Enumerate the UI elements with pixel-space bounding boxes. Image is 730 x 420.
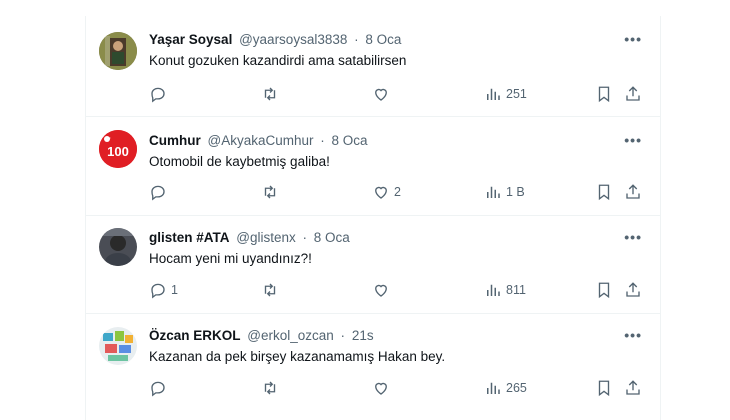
like-count: 2 bbox=[394, 185, 401, 199]
more-options-icon[interactable]: ••• bbox=[624, 327, 642, 343]
tweet-feed: Yaşar Soysal @yaarsoysal3838 · 8 Oca •••… bbox=[85, 16, 661, 420]
views-button[interactable]: 811 bbox=[484, 279, 526, 301]
views-button[interactable]: 265 bbox=[484, 377, 527, 399]
like-button[interactable] bbox=[372, 83, 394, 105]
display-name[interactable]: Yaşar Soysal bbox=[149, 32, 232, 47]
more-options-icon[interactable]: ••• bbox=[624, 229, 642, 245]
tweet-text: Hocam yeni mi uyandınız?! bbox=[149, 251, 312, 266]
separator: · bbox=[354, 32, 359, 47]
reply-icon bbox=[151, 283, 165, 299]
views-count: 1 B bbox=[506, 185, 525, 199]
share-icon bbox=[626, 380, 640, 395]
separator: · bbox=[340, 328, 346, 343]
display-name[interactable]: Cumhur bbox=[149, 133, 201, 148]
bookmark-button[interactable] bbox=[595, 181, 613, 203]
share-button[interactable] bbox=[624, 279, 642, 301]
reply-button[interactable] bbox=[149, 377, 171, 399]
views-count: 251 bbox=[506, 87, 527, 101]
timestamp[interactable]: 8 Oca bbox=[332, 133, 368, 148]
display-name[interactable]: glisten #ATA bbox=[149, 230, 230, 245]
avatar[interactable] bbox=[99, 327, 137, 365]
share-button[interactable] bbox=[624, 377, 642, 399]
like-button[interactable] bbox=[372, 377, 394, 399]
reply-icon bbox=[151, 381, 165, 397]
timestamp[interactable]: 8 Oca bbox=[365, 32, 401, 47]
repost-icon bbox=[264, 185, 276, 199]
views-icon bbox=[487, 382, 500, 394]
reply-button[interactable]: 1 bbox=[149, 279, 178, 301]
like-icon bbox=[375, 186, 387, 199]
user-handle[interactable]: @glistenx bbox=[236, 230, 295, 245]
display-name[interactable]: Özcan ERKOL bbox=[149, 328, 241, 343]
tweet[interactable]: glisten #ATA @glistenx · 8 Oca ••• Hocam… bbox=[86, 216, 660, 314]
tweet-actions: 265 bbox=[143, 377, 643, 399]
share-icon bbox=[626, 86, 640, 101]
repost-button[interactable] bbox=[261, 181, 283, 203]
tweet-header: Cumhur @AkyakaCumhur · 8 Oca bbox=[149, 133, 368, 148]
avatar-label: 100 bbox=[107, 144, 129, 159]
tweet[interactable]: Özcan ERKOL @erkol_ozcan · 21s ••• Kazan… bbox=[86, 314, 660, 420]
repost-icon bbox=[264, 87, 276, 101]
views-button[interactable]: 1 B bbox=[484, 181, 525, 203]
more-options-icon[interactable]: ••• bbox=[624, 132, 642, 148]
tweet-text: Kazanan da pek birşey kazanamamış Hakan … bbox=[149, 349, 446, 364]
tweet[interactable]: Yaşar Soysal @yaarsoysal3838 · 8 Oca •••… bbox=[86, 16, 660, 117]
tweet[interactable]: 100 Cumhur @AkyakaCumhur · 8 Oca ••• Oto… bbox=[86, 117, 660, 216]
repost-button[interactable] bbox=[261, 279, 283, 301]
reply-button[interactable] bbox=[149, 181, 171, 203]
repost-icon bbox=[264, 283, 276, 297]
bookmark-button[interactable] bbox=[595, 279, 613, 301]
more-options-icon[interactable]: ••• bbox=[624, 31, 642, 47]
bookmark-button[interactable] bbox=[595, 377, 613, 399]
views-icon bbox=[487, 88, 500, 100]
like-button[interactable] bbox=[372, 279, 394, 301]
views-count: 811 bbox=[506, 283, 526, 297]
repost-button[interactable] bbox=[261, 377, 283, 399]
views-button[interactable]: 251 bbox=[484, 83, 527, 105]
like-icon bbox=[375, 284, 387, 297]
share-button[interactable] bbox=[624, 83, 642, 105]
share-icon bbox=[626, 282, 640, 297]
bookmark-button[interactable] bbox=[595, 83, 613, 105]
timestamp[interactable]: 21s bbox=[352, 328, 374, 343]
bookmark-icon bbox=[598, 282, 610, 299]
avatar[interactable] bbox=[99, 228, 137, 266]
reply-icon bbox=[151, 185, 165, 201]
repost-button[interactable] bbox=[261, 83, 283, 105]
user-handle[interactable]: @erkol_ozcan bbox=[247, 328, 334, 343]
tweet-text: Konut gozuken kazandirdi ama satabilirse… bbox=[149, 53, 407, 68]
repost-icon bbox=[264, 381, 276, 395]
tweet-header: Yaşar Soysal @yaarsoysal3838 · 8 Oca bbox=[149, 32, 401, 47]
reply-count: 1 bbox=[171, 283, 178, 297]
bookmark-icon bbox=[598, 86, 610, 103]
like-icon bbox=[375, 88, 387, 101]
user-handle[interactable]: @yaarsoysal3838 bbox=[239, 32, 347, 47]
bookmark-icon bbox=[598, 184, 610, 201]
timestamp[interactable]: 8 Oca bbox=[314, 230, 350, 245]
tweet-actions: 2 1 B bbox=[143, 181, 643, 203]
share-button[interactable] bbox=[624, 181, 642, 203]
share-icon bbox=[626, 184, 640, 199]
like-icon bbox=[375, 382, 387, 395]
like-button[interactable]: 2 bbox=[372, 181, 401, 203]
bookmark-icon bbox=[598, 380, 610, 397]
avatar[interactable] bbox=[99, 32, 137, 70]
tweet-header: Özcan ERKOL @erkol_ozcan · 21s bbox=[149, 328, 374, 343]
separator: · bbox=[302, 230, 308, 245]
reply-icon bbox=[151, 87, 165, 103]
tweet-actions: 251 bbox=[143, 83, 643, 105]
reply-button[interactable] bbox=[149, 83, 171, 105]
separator: · bbox=[320, 133, 325, 148]
tweet-actions: 1 811 bbox=[143, 279, 643, 301]
user-handle[interactable]: @AkyakaCumhur bbox=[208, 133, 314, 148]
tweet-header: glisten #ATA @glistenx · 8 Oca bbox=[149, 230, 350, 245]
views-icon bbox=[487, 284, 500, 296]
views-count: 265 bbox=[506, 381, 527, 395]
views-icon bbox=[487, 186, 500, 198]
tweet-text: Otomobil de kaybetmiş galiba! bbox=[149, 154, 330, 169]
avatar[interactable]: 100 bbox=[99, 130, 137, 168]
